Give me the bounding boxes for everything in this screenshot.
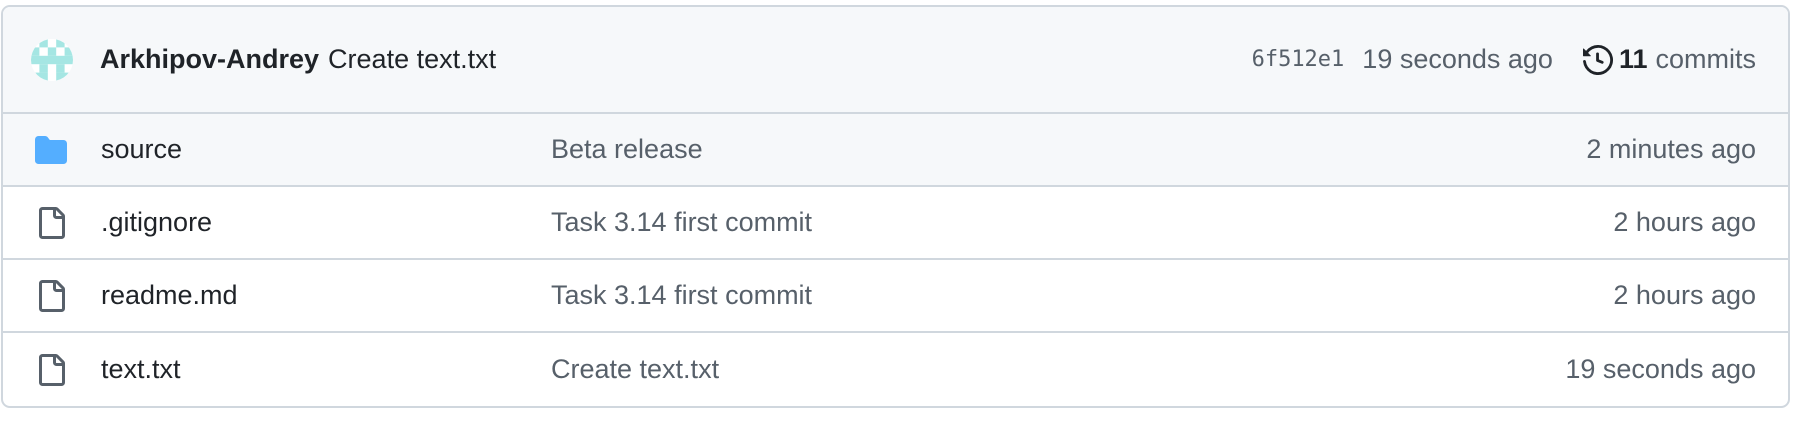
- file-icon: [35, 278, 71, 314]
- file-row[interactable]: readme.md Task 3.14 first commit 2 hours…: [3, 260, 1788, 333]
- file-row[interactable]: source Beta release 2 minutes ago: [3, 114, 1788, 187]
- latest-commit-message[interactable]: Create text.txt: [328, 44, 496, 75]
- commit-sha-link[interactable]: 6f512e1: [1252, 47, 1345, 72]
- commit-count: 11: [1618, 44, 1648, 74]
- file-age: 2 hours ago: [1613, 207, 1756, 237]
- file-commit-message-link[interactable]: Task 3.14 first commit: [551, 207, 1613, 238]
- commit-time[interactable]: 19 seconds ago: [1362, 44, 1553, 75]
- file-icon: [35, 205, 71, 241]
- file-commit-message-link[interactable]: Beta release: [551, 134, 1586, 165]
- file-icon: [35, 352, 71, 388]
- history-icon: [1582, 44, 1613, 75]
- folder-icon: [35, 132, 71, 168]
- commits-label: commits: [1655, 44, 1757, 74]
- file-name-link[interactable]: .gitignore: [101, 207, 551, 238]
- file-browser: Arkhipov-Andrey Create text.txt 6f512e1 …: [1, 5, 1790, 408]
- file-commit-message-link[interactable]: Task 3.14 first commit: [551, 280, 1613, 311]
- latest-commit-bar: Arkhipov-Andrey Create text.txt 6f512e1 …: [3, 7, 1788, 114]
- file-age: 2 minutes ago: [1586, 134, 1756, 164]
- file-commit-message-link[interactable]: Create text.txt: [551, 354, 1565, 385]
- identicon-avatar[interactable]: [31, 38, 73, 81]
- commits-history-link[interactable]: 11 commits: [1582, 44, 1757, 75]
- file-name-link[interactable]: readme.md: [101, 280, 551, 311]
- file-age: 2 hours ago: [1613, 280, 1756, 310]
- commit-author-link[interactable]: Arkhipov-Andrey: [100, 44, 319, 75]
- file-age: 19 seconds ago: [1565, 354, 1756, 384]
- file-row[interactable]: .gitignore Task 3.14 first commit 2 hour…: [3, 187, 1788, 260]
- file-name-link[interactable]: source: [101, 134, 551, 165]
- file-name-link[interactable]: text.txt: [101, 354, 551, 385]
- file-row[interactable]: text.txt Create text.txt 19 seconds ago: [3, 333, 1788, 406]
